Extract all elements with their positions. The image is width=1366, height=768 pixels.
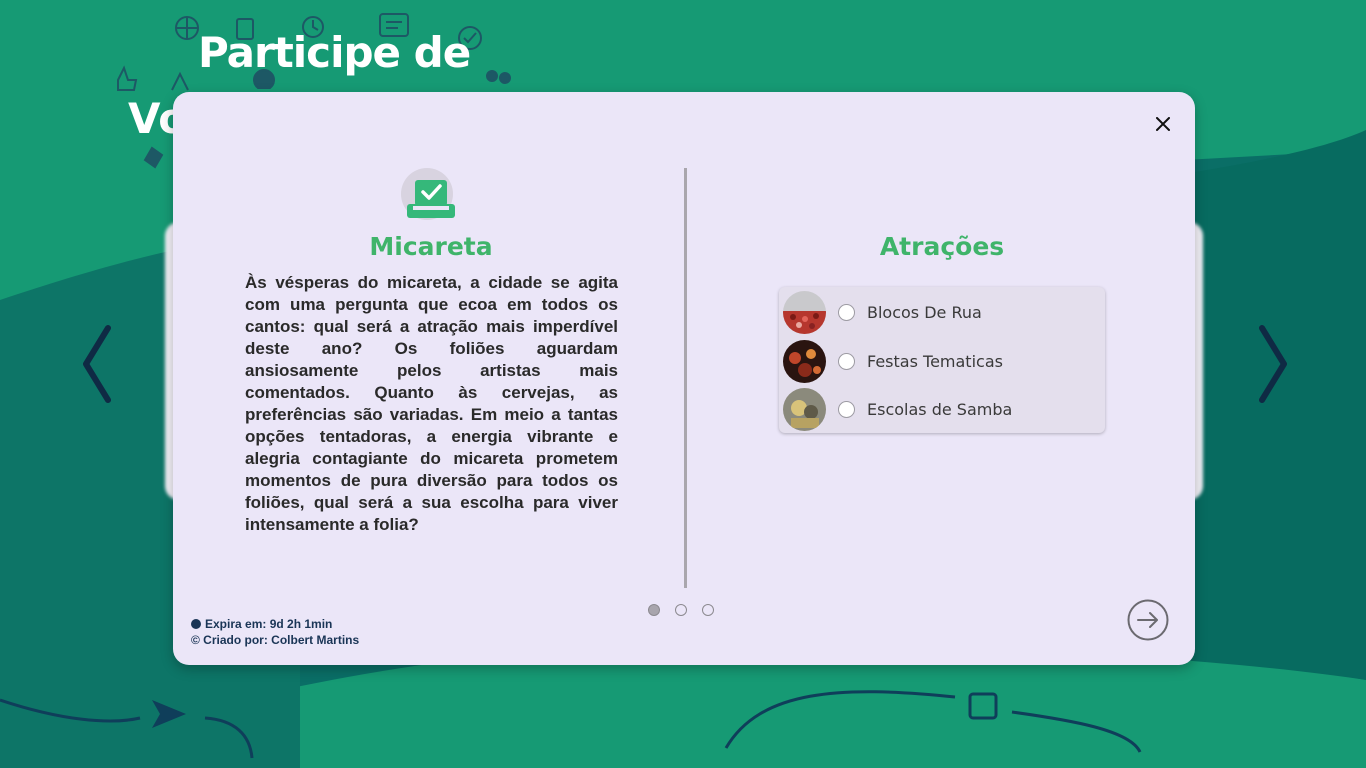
chevron-right-icon (1259, 325, 1287, 403)
option-radio[interactable] (838, 352, 855, 370)
option-escolas-de-samba[interactable]: Escolas de Samba (783, 387, 1101, 431)
option-blocos-de-rua[interactable]: Blocos De Rua (783, 290, 1101, 334)
pagination-dots (648, 604, 714, 616)
options-title: Atrações (879, 232, 1005, 261)
option-label: Escolas de Samba (867, 399, 1013, 419)
chevron-left-icon (83, 325, 111, 403)
poll-modal: Micareta Às vésperas do micareta, a cida… (173, 92, 1195, 665)
expiry-text: Expira em: 9d 2h 1min (205, 617, 333, 631)
option-thumbnail (783, 387, 826, 431)
poll-description: Às vésperas do micareta, a cidade se agi… (245, 273, 618, 534)
creator-text: © Criado por: Colbert Martins (191, 633, 360, 647)
option-radio[interactable] (838, 303, 855, 321)
vertical-divider (684, 168, 687, 588)
close-button[interactable] (1153, 114, 1173, 134)
option-festas-tematicas[interactable]: Festas Tematicas (783, 339, 1101, 383)
submit-next-button[interactable] (1127, 599, 1169, 641)
poll-title: Micareta (369, 232, 493, 261)
arrow-right-circle-icon (1127, 599, 1169, 641)
poll-footer: Expira em: 9d 2h 1min © Criado por: Colb… (191, 616, 359, 648)
pagination-dot-1[interactable] (648, 604, 660, 616)
option-radio[interactable] (838, 400, 855, 418)
option-thumbnail (783, 290, 826, 334)
close-icon (1156, 117, 1170, 131)
option-label: Festas Tematicas (867, 351, 1003, 371)
next-poll-button[interactable] (1252, 322, 1292, 406)
ballot-check-icon (401, 168, 455, 220)
status-dot-icon (191, 619, 201, 629)
option-label: Blocos De Rua (867, 302, 982, 322)
option-thumbnail (783, 339, 826, 383)
options-list: Blocos De Rua Festas Tematicas Escolas d… (779, 287, 1105, 433)
hero-title: Participe de (198, 28, 471, 77)
previous-poll-button[interactable] (78, 322, 118, 406)
pagination-dot-3[interactable] (702, 604, 714, 616)
pagination-dot-2[interactable] (675, 604, 687, 616)
